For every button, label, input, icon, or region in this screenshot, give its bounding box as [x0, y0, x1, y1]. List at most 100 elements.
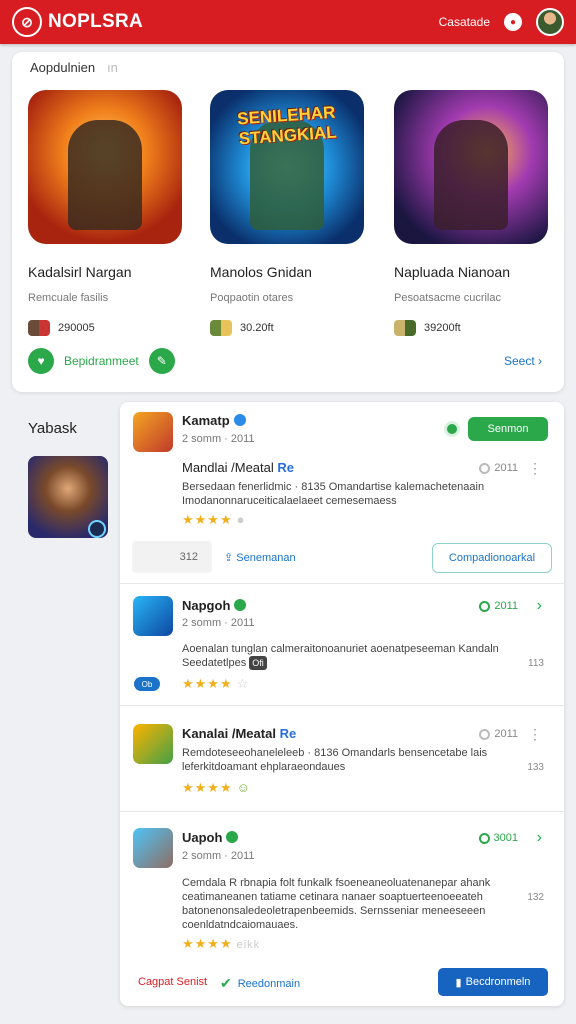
primary-action-button[interactable]: ▮ Becdronmeln — [438, 968, 548, 996]
likes-count[interactable]: 312 — [132, 541, 212, 573]
report-link[interactable]: Cagpat Senist — [138, 976, 207, 988]
game-card-2[interactable]: SENILEHAR STANGKIAL Manolos Gnidan Poqpa… — [210, 90, 370, 336]
top-link[interactable]: Casatade — [439, 15, 490, 29]
game-subtitle: Pesoatsacme cucrilac — [394, 292, 501, 304]
more-options-icon[interactable]: ⋮ — [528, 460, 542, 477]
review-date-right-text: 2011 — [494, 462, 518, 474]
notification-icon[interactable]: ● — [504, 13, 522, 31]
half-star-icon: ● — [236, 512, 246, 527]
featured-actions: ♥ Bepidranmeet ✎ — [28, 348, 175, 374]
recommend-link[interactable]: ✔ Reedonmain — [220, 975, 300, 992]
logo-icon[interactable]: ⊘ — [12, 7, 42, 37]
chevron-right-icon[interactable]: › — [537, 829, 542, 847]
chevron-right-icon[interactable]: › — [537, 597, 542, 615]
reviewer-name-text: Kamatp — [182, 413, 230, 428]
reviewer-name: Napgoh — [182, 598, 247, 613]
game-card-1[interactable]: Kadalsirl Nargan Remcuale fasilis 290005 — [28, 90, 188, 336]
game-card-3[interactable]: Napluada Nianoan Pesoatsacme cucrilac 39… — [394, 90, 554, 336]
review-text: Aoenalan tunglan calmeraitonoanuriet aoe… — [182, 642, 512, 670]
game-art-3[interactable] — [394, 90, 548, 244]
game-art-banner: SENILEHAR STANGKIAL — [236, 102, 338, 149]
follow-button[interactable]: Senmon — [468, 417, 548, 441]
featured-action-link[interactable]: Bepidranmeet — [64, 354, 139, 368]
review-headline: Mandlai /Meatal Re — [182, 460, 294, 475]
game-meta: 39200ft — [394, 320, 554, 336]
reviews-panel: Kamatp 2 somm · 2011 Senmon Mandlai /Mea… — [120, 402, 564, 1006]
game-thumbnail[interactable] — [133, 412, 173, 452]
game-thumbnail[interactable] — [133, 724, 173, 764]
chat-icon[interactable]: ✎ — [148, 348, 175, 374]
game-character-icon — [434, 120, 508, 230]
game-character-icon — [68, 120, 142, 230]
reviews-footer: Cagpat Senist ✔ Reedonmain ▮ Becdronmeln — [120, 958, 564, 1006]
compare-button[interactable]: Compadionoarkal — [432, 543, 552, 573]
game-count: 290005 — [58, 322, 95, 334]
verified-icon — [234, 599, 247, 611]
avatar[interactable] — [536, 8, 564, 36]
rating-stars-text: ★★★★ — [182, 780, 233, 795]
emoji-icon: ☺ — [236, 780, 251, 795]
review-date-right: 2011 — [479, 462, 518, 474]
share-link[interactable]: ⇪ Senemanan — [224, 551, 296, 564]
game-name: Napluada Nianoan — [394, 264, 510, 280]
rating-stars: ★★★★ eikk — [182, 936, 260, 952]
featured-title-suffix: ın — [107, 60, 118, 75]
game-thumbnail[interactable] — [133, 828, 173, 868]
recommend-link-label: Reedonmain — [237, 977, 301, 990]
rating-extra: eikk — [236, 939, 261, 951]
featured-games-card: Aopdulnien ın Kadalsirl Nargan Remcuale … — [12, 52, 564, 392]
players-avatar-icon — [394, 320, 416, 336]
side-section-title: Yabask — [28, 420, 77, 437]
players-avatar-icon — [210, 320, 232, 336]
review-date-right: 3001 — [478, 832, 518, 844]
clock-icon — [478, 832, 490, 844]
review-headline-tag: Re — [277, 460, 295, 475]
platform-badge: Ob — [134, 677, 160, 691]
primary-action-label: Becdronmeln — [465, 976, 531, 988]
see-more-label: Seect — [503, 354, 535, 368]
brand-name: NOPLSRA — [48, 11, 143, 32]
game-art-2[interactable]: SENILEHAR STANGKIAL — [210, 90, 364, 244]
rating-stars: ★★★★ ● — [182, 512, 245, 528]
featured-title-text: Aopdulnien — [30, 60, 96, 75]
review-1-footer: 312 ⇪ Senemanan Compadionoarkal — [132, 541, 552, 577]
clock-icon — [479, 728, 491, 740]
review-date-right: 2011 — [479, 600, 518, 612]
rating-stars-text: ★★★★ — [182, 936, 233, 951]
game-meta: 290005 — [28, 320, 188, 336]
game-thumbnail[interactable] — [133, 596, 173, 636]
status-dot-icon — [444, 421, 460, 437]
review-item-1: Kamatp 2 somm · 2011 Senmon Mandlai /Mea… — [120, 402, 564, 584]
game-subtitle: Poqpaotin otares — [210, 292, 294, 304]
top-bar-actions: Casatade ● — [439, 8, 564, 36]
verified-icon — [226, 831, 239, 843]
review-text: Cemdala R rbnapia folt funkalk fsoeneane… — [182, 877, 491, 931]
review-date: 2 somm · 2011 — [182, 850, 255, 862]
players-avatar-icon — [28, 320, 50, 336]
share-link-label: Senemanan — [236, 552, 296, 564]
game-count: 30.20ft — [240, 322, 274, 334]
rating-stars: ★★★★ ☺ — [182, 780, 251, 796]
more-options-icon[interactable]: ⋮ — [528, 726, 542, 743]
rating-stars: ★★★★ ☆ — [182, 676, 249, 692]
game-art-1[interactable] — [28, 90, 182, 244]
review-text: Remdoteseeohaneleleeb · 8136 Omandarls b… — [182, 747, 488, 773]
featured-title: Aopdulnien ın — [30, 60, 118, 75]
see-more-link[interactable]: Seect › — [504, 354, 542, 368]
review-text-body: Aoenalan tunglan calmeraitonoanuriet aoe… — [182, 643, 499, 669]
game-count: 39200ft — [424, 322, 461, 334]
review-date: 2 somm · 2011 — [182, 433, 255, 445]
heart-icon[interactable]: ♥ — [28, 348, 54, 374]
reviewer-name-text: Uapoh — [182, 830, 223, 845]
check-icon: ✔ — [220, 975, 232, 991]
reviewer-name: Uapoh — [182, 830, 239, 845]
rating-stars-text: ★★★★ — [182, 676, 233, 691]
game-name: Kadalsirl Nargan — [28, 264, 132, 280]
reviewer-name: Kanalai /Meatal Re — [182, 726, 296, 741]
game-meta: 30.20ft — [210, 320, 370, 336]
game-subtitle: Remcuale fasilis — [28, 292, 109, 304]
review-count: 113 — [528, 658, 544, 669]
rating-stars-text: ★★★★ — [182, 512, 233, 527]
game-name: Manolos Gnidan — [210, 264, 312, 280]
review-date-right-text: 2011 — [494, 600, 518, 612]
